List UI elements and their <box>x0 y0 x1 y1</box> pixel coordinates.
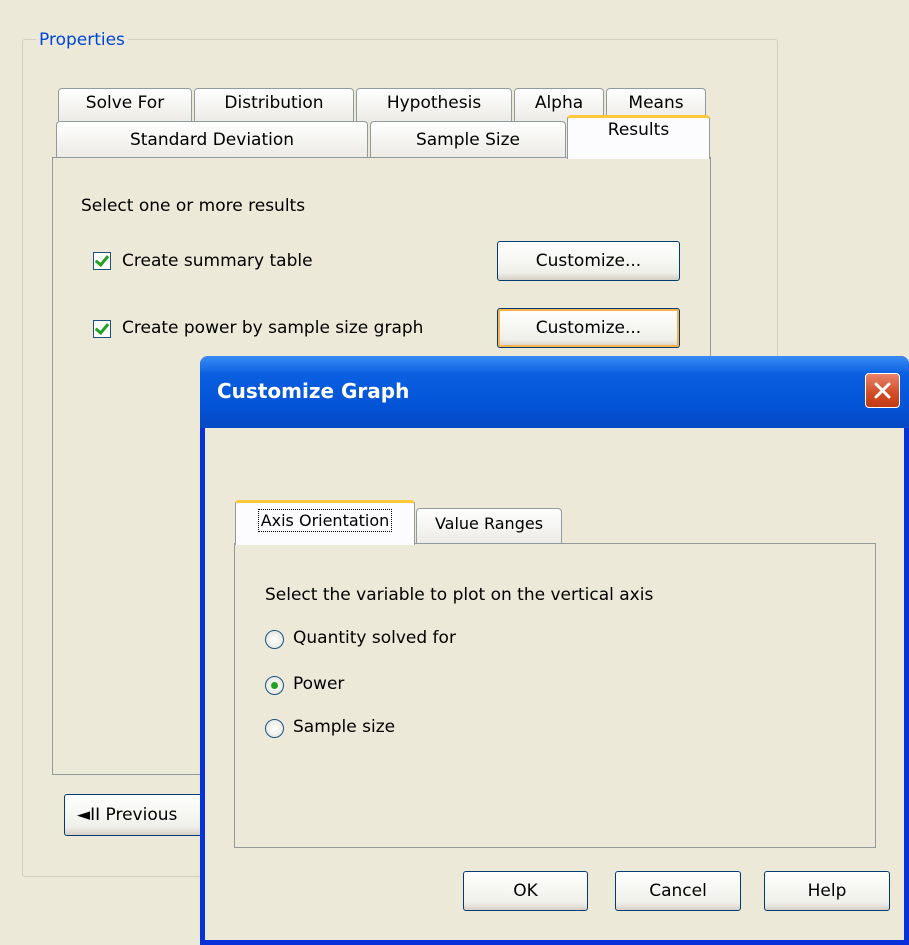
power-label: Power <box>293 674 345 694</box>
tab-axis-orientation[interactable]: Axis Orientation <box>235 500 415 545</box>
properties-legend: Properties <box>36 29 128 51</box>
power-graph-checkbox[interactable] <box>93 319 111 338</box>
tab-distribution[interactable]: Distribution <box>194 88 354 121</box>
selected-dot-icon <box>271 682 278 689</box>
summary-table-checkbox[interactable] <box>93 251 111 270</box>
summary-table-customize-button[interactable]: Customize... <box>497 241 680 281</box>
dialog-client: Axis Orientation Value Ranges Select the… <box>205 428 904 940</box>
close-button[interactable] <box>865 373 900 408</box>
summary-table-label: Create summary table <box>122 251 313 271</box>
axis-instruction: Select the variable to plot on the verti… <box>265 585 654 605</box>
sample-size-radio[interactable] <box>265 719 284 738</box>
checkmark-icon <box>94 319 110 336</box>
tab-results[interactable]: Results <box>567 115 710 159</box>
axis-orientation-panel: Select the variable to plot on the verti… <box>234 543 876 848</box>
tab-standard-deviation[interactable]: Standard Deviation <box>56 121 368 157</box>
close-icon <box>874 382 891 399</box>
cancel-button[interactable]: Cancel <box>615 871 741 911</box>
checkmark-icon <box>94 251 110 268</box>
tab-solve-for[interactable]: Solve For <box>58 88 192 121</box>
quantity-solved-for-radio[interactable] <box>265 630 284 649</box>
results-instruction: Select one or more results <box>81 196 306 216</box>
tab-sample-size[interactable]: Sample Size <box>370 121 566 157</box>
quantity-solved-for-label: Quantity solved for <box>293 628 456 648</box>
tab-value-ranges[interactable]: Value Ranges <box>416 508 562 543</box>
power-graph-label: Create power by sample size graph <box>122 318 424 338</box>
customize-graph-dialog: Customize Graph Axis Orientation Value R… <box>200 356 909 945</box>
dialog-titlebar[interactable]: Customize Graph <box>200 356 909 428</box>
dialog-title: Customize Graph <box>217 379 410 403</box>
sample-size-label: Sample size <box>293 717 396 737</box>
tab-axis-orientation-label: Axis Orientation <box>257 509 393 532</box>
power-graph-customize-button[interactable]: Customize... <box>497 308 680 348</box>
help-button[interactable]: Help <box>764 871 890 911</box>
tab-hypothesis[interactable]: Hypothesis <box>356 88 512 121</box>
power-radio[interactable] <box>265 676 284 695</box>
ok-button[interactable]: OK <box>463 871 588 911</box>
